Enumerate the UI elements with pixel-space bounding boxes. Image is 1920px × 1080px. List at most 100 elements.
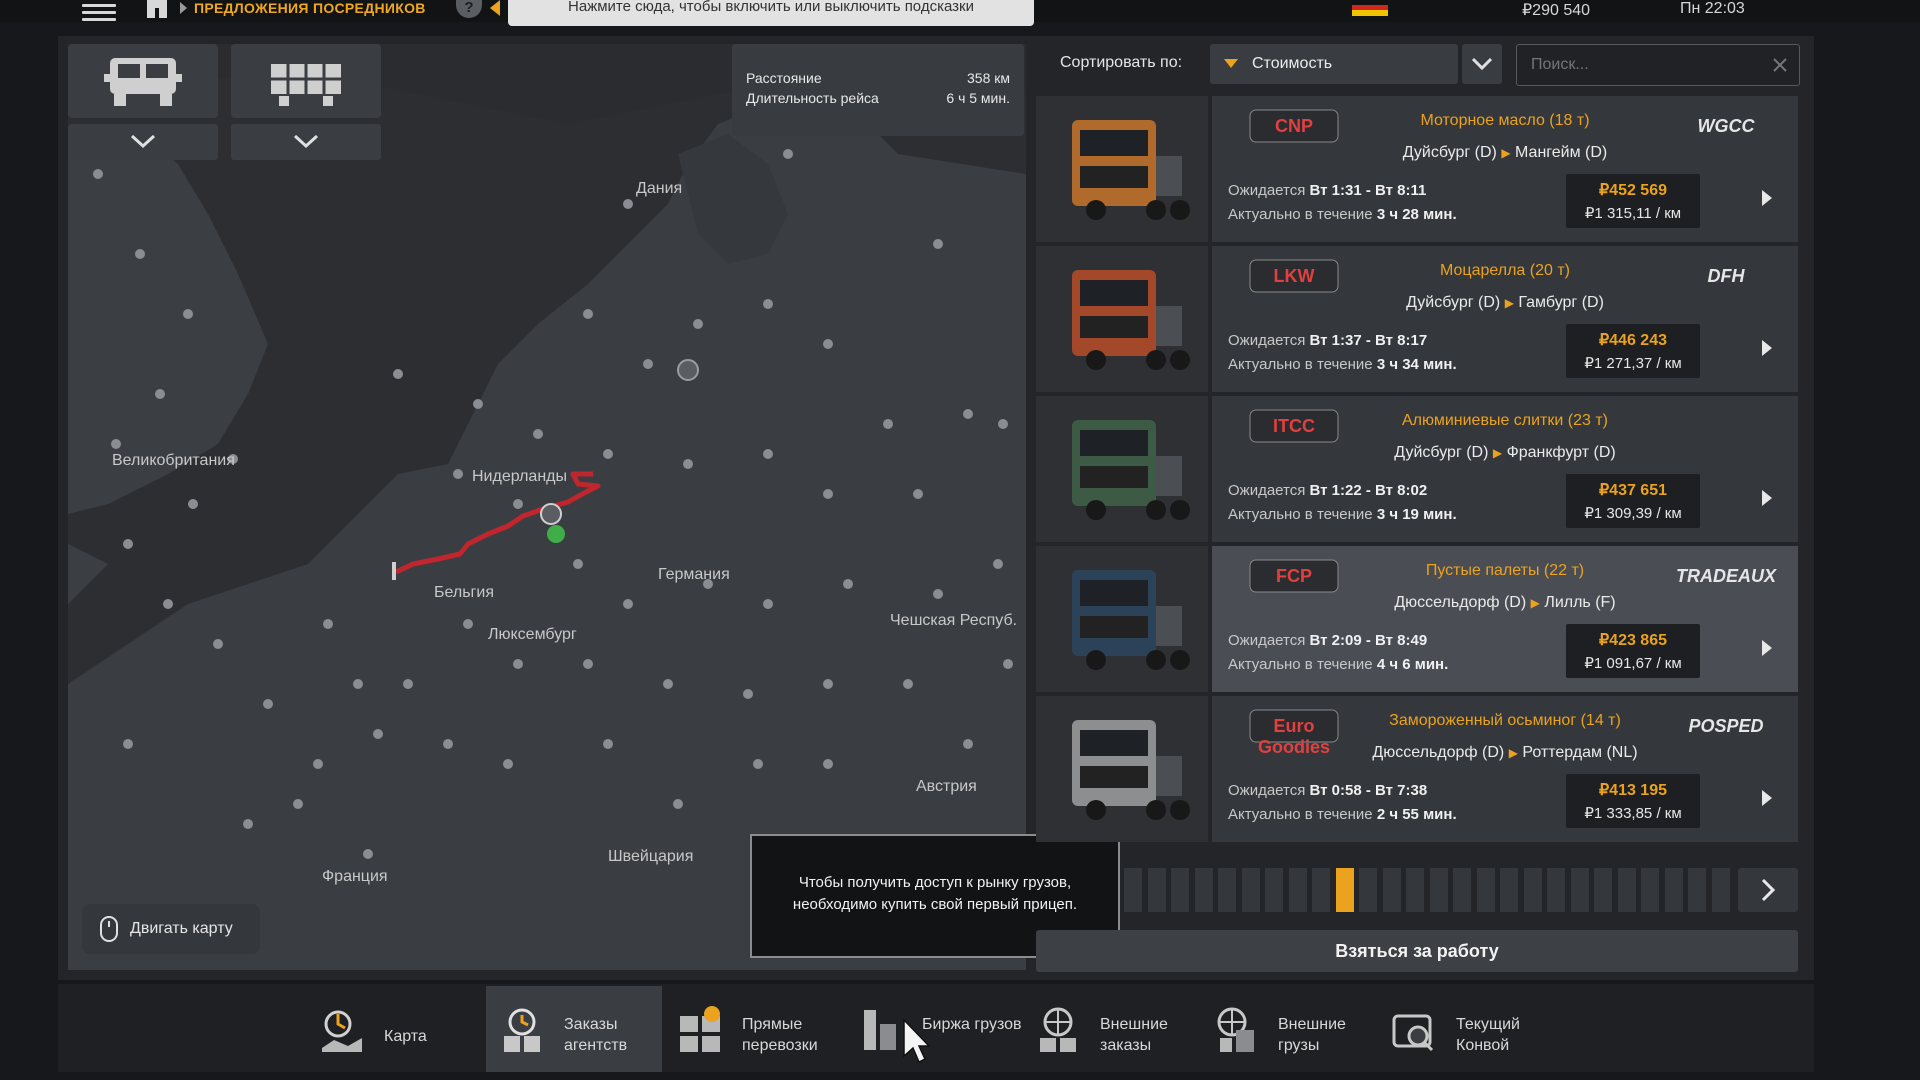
route-to: Гамбург (D) xyxy=(1518,294,1604,311)
search-input[interactable] xyxy=(1529,55,1753,75)
sort-label: Сортировать по: xyxy=(1060,54,1183,71)
valid-time: Актуально в течение 2 ч 55 мин. xyxy=(1228,806,1457,823)
map-label-denmark: Дания xyxy=(636,180,683,197)
pager-segment[interactable] xyxy=(1171,868,1189,912)
job-card[interactable]: ITCC Алюминиевые слитки (23 т) Дуйсбург (D… xyxy=(1036,396,1798,542)
job-card[interactable]: FCP Пустые палеты (22 т) TRADEAUX Дюссельдо… xyxy=(1036,546,1798,692)
germany-flag-icon xyxy=(1352,0,1388,16)
map-label-germany: Германия xyxy=(658,566,730,583)
play-arrow-icon[interactable] xyxy=(1762,190,1772,206)
route-arrow-icon: ▶ xyxy=(1504,296,1514,310)
job-card[interactable]: Euro Goodies Замороженный осьминог (14 т)… xyxy=(1036,696,1798,842)
nav-globe-contracts[interactable]: Внешние заказы xyxy=(1034,986,1210,1072)
route-from: Дюссельдорф (D) xyxy=(1394,594,1527,611)
menu-icon[interactable] xyxy=(82,0,116,21)
pager-segment[interactable] xyxy=(1406,868,1424,912)
pager-segment[interactable] xyxy=(1641,868,1659,912)
job-price: ₽413 195 xyxy=(1598,782,1667,799)
truck-thumbnail xyxy=(1036,246,1208,392)
nav-freight-market[interactable]: Биржа грузов xyxy=(856,986,1032,1072)
route-arrow-icon: ▶ xyxy=(1530,596,1540,610)
truck-dropdown[interactable] xyxy=(68,124,218,160)
distance-value: 358 км xyxy=(967,70,1010,86)
trailer-filter-button[interactable] xyxy=(231,44,381,118)
pager-segment[interactable] xyxy=(1453,868,1471,912)
map-label-uk: Великобритания xyxy=(112,452,235,469)
pager-segment[interactable] xyxy=(1288,868,1307,912)
pager-segment[interactable] xyxy=(1359,868,1377,912)
tooltip-text: Чтобы получить доступ к рынку грузов, не… xyxy=(792,874,1078,913)
nav-map-pin[interactable]: Карта xyxy=(318,986,488,1072)
valid-value: 3 ч 28 мин. xyxy=(1376,206,1457,223)
pager-segment[interactable] xyxy=(1429,868,1448,912)
nav-clock-agency[interactable]: Заказы агентств xyxy=(486,986,662,1072)
valid-time: Актуально в течение 3 ч 34 мин. xyxy=(1228,356,1457,373)
convoy-icon xyxy=(1392,1014,1434,1052)
job-card[interactable]: LKW Моцарелла (20 т) DFH Дуйсбург (D) ▶ Гам… xyxy=(1036,246,1798,392)
pager-segment[interactable] xyxy=(1335,868,1354,912)
pager-segment[interactable] xyxy=(1547,868,1565,912)
route-text: Дуйсбург (D) ▶ Франкфурт (D) xyxy=(1212,444,1798,462)
pager-segment[interactable] xyxy=(1124,868,1142,912)
expected-value: Вт 1:37 - Вт 8:17 xyxy=(1309,332,1428,349)
nav-label: Карта xyxy=(384,1028,427,1045)
pager-segment[interactable] xyxy=(1241,868,1260,912)
next-page-button[interactable] xyxy=(1738,868,1798,912)
pager-segment[interactable] xyxy=(1218,868,1236,912)
sort-select[interactable]: Стоимость xyxy=(1210,44,1458,84)
job-price: ₽452 569 xyxy=(1598,182,1667,199)
map-label-czech: Чешская Респуб. xyxy=(890,612,1018,629)
expected-value: Вт 0:58 - Вт 7:38 xyxy=(1309,782,1428,799)
pager-segment[interactable] xyxy=(1382,868,1401,912)
pager-segment[interactable] xyxy=(1664,868,1683,912)
chevron-down-icon xyxy=(1471,57,1493,71)
pager-segment[interactable] xyxy=(1194,868,1213,912)
pager-segment[interactable] xyxy=(1476,868,1495,912)
pager-segment[interactable] xyxy=(1500,868,1518,912)
mouse-cursor-icon xyxy=(903,1018,930,1064)
truck-thumbnail xyxy=(1036,696,1208,842)
money-balance: ₽290 540 xyxy=(1522,2,1591,19)
route-info-box: Расстояние 358 км Длительность рейса 6 ч… xyxy=(732,44,1024,136)
pager-segment[interactable] xyxy=(1523,868,1542,912)
breadcrumb[interactable]: ПРЕДЛОЖЕНИЯ ПОСРЕДНИКОВ xyxy=(194,0,426,16)
map-label-austria: Австрия xyxy=(916,778,977,795)
truck-filter-button[interactable] xyxy=(68,44,218,118)
play-arrow-icon[interactable] xyxy=(1762,490,1772,506)
job-pager[interactable] xyxy=(1124,868,1734,912)
pager-segment[interactable] xyxy=(1688,868,1706,912)
pager-segment[interactable] xyxy=(1147,868,1166,912)
nav-globe-cargo[interactable]: Внешние грузы xyxy=(1212,986,1388,1072)
home-icon[interactable] xyxy=(144,0,170,18)
play-arrow-icon[interactable] xyxy=(1762,790,1772,806)
logo-right-text: DFH xyxy=(1707,266,1745,286)
pager-segment[interactable] xyxy=(1617,868,1636,912)
play-arrow-icon[interactable] xyxy=(1762,340,1772,356)
clear-search-icon[interactable] xyxy=(1773,58,1787,72)
distance-label: Расстояние xyxy=(746,70,822,86)
job-card[interactable]: CNP Моторное масло (18 т) WGCC Дуйсбург (D)… xyxy=(1036,96,1798,242)
globe-cargo-icon xyxy=(1217,1007,1254,1052)
nav-direct-freight[interactable]: Прямые перевозки xyxy=(676,986,852,1072)
pager-segment[interactable] xyxy=(1312,868,1330,912)
pager-segment[interactable] xyxy=(1265,868,1283,912)
nav-convoy[interactable]: Текущий Конвой xyxy=(1390,986,1566,1072)
freight-market-icon xyxy=(864,1010,896,1050)
sort-dropdown-button[interactable] xyxy=(1462,44,1502,84)
pager-segment[interactable] xyxy=(1570,868,1589,912)
pager-segment[interactable] xyxy=(1594,868,1612,912)
chevron-down-icon xyxy=(130,134,156,149)
search-box[interactable] xyxy=(1516,44,1800,86)
truck-image-icon xyxy=(1072,570,1190,670)
play-arrow-icon[interactable] xyxy=(1762,640,1772,656)
world-map[interactable]: Дания Великобритания Нидерланды Германия… xyxy=(68,44,1026,970)
pager-segment[interactable] xyxy=(1711,868,1730,912)
hint-toggle[interactable]: Нажмите сюда, чтобы включить или выключи… xyxy=(508,0,1034,26)
take-job-button[interactable]: Взяться за работу xyxy=(1036,930,1798,972)
route-to: Роттердам (NL) xyxy=(1522,744,1638,761)
nav-label: Внешние заказы xyxy=(1100,1016,1168,1054)
trailer-dropdown[interactable] xyxy=(231,124,381,160)
route-to: Мангейм (D) xyxy=(1515,144,1608,161)
route-text: Дюссельдорф (D) ▶ Лилль (F) xyxy=(1212,594,1798,612)
valid-label: Актуально в течение xyxy=(1228,206,1373,223)
